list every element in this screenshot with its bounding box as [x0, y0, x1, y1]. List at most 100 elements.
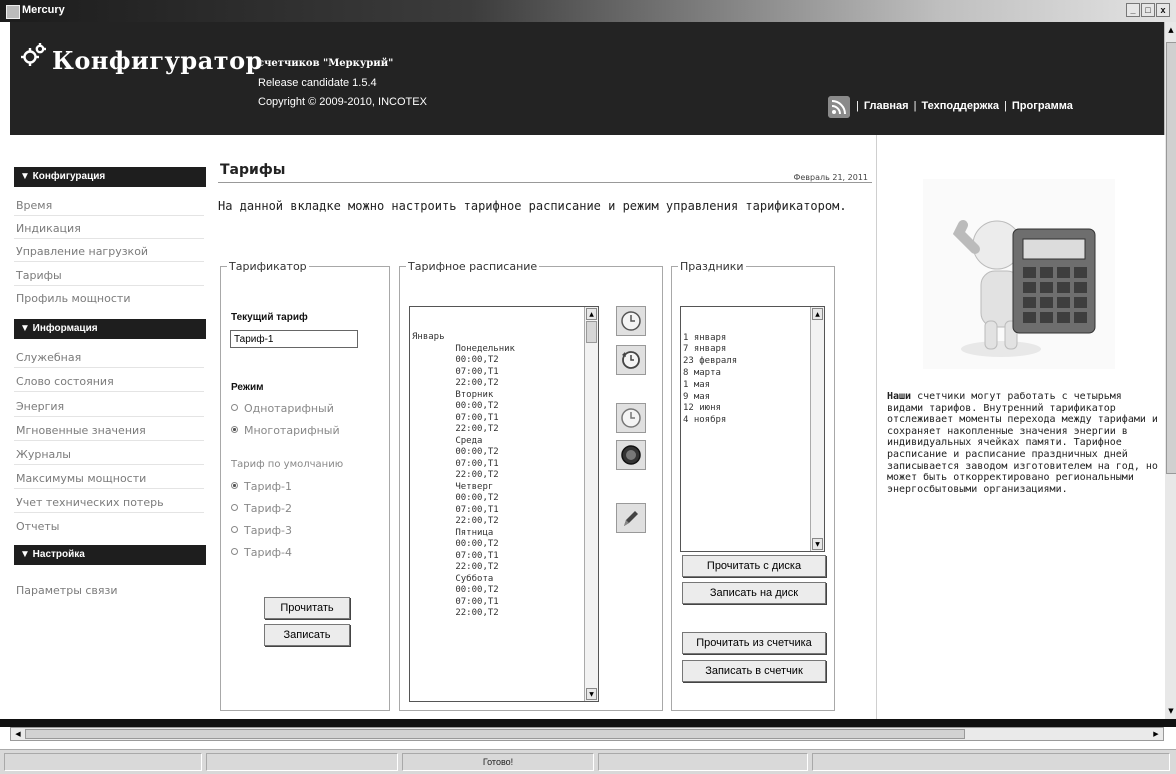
list-item[interactable]: 8 марта	[683, 368, 737, 380]
app-header: Конфигуратор счетчиков "Меркурий" Releas…	[10, 22, 1164, 135]
current-tariff-label: Текущий тариф	[231, 312, 308, 323]
radio-dot-selected[interactable]	[231, 482, 238, 489]
sidebar-item-journals[interactable]: Журналы	[16, 448, 71, 461]
current-tariff-field[interactable]	[230, 330, 358, 348]
sidebar-item-instant-values[interactable]: Мгновенные значения	[16, 424, 146, 437]
status-text: Готово!	[402, 753, 594, 771]
scroll-up-arrow[interactable]: ▲	[812, 308, 823, 320]
nav-link-home[interactable]: Главная	[864, 100, 909, 112]
holidays-list[interactable]: 1 января 7 января 23 февраля 8 марта 1 мая 9 …	[680, 306, 825, 552]
scroll-thumb[interactable]	[586, 321, 597, 343]
intro-text: На данной вкладке можно настроить тарифн…	[218, 199, 847, 213]
list-item[interactable]: 1 мая	[683, 380, 737, 392]
calculator-mascot-image	[923, 179, 1115, 369]
mode-label: Режим	[231, 382, 264, 393]
gears-icon	[21, 43, 46, 66]
list-item[interactable]: 9 мая	[683, 392, 737, 404]
write-meter-button[interactable]: Записать в счетчик	[682, 660, 826, 682]
clock-back-button[interactable]	[616, 345, 646, 375]
sidebar-section-settings[interactable]: ▼ Настройка	[14, 545, 206, 565]
minimize-button[interactable]: _	[1126, 3, 1140, 17]
scroll-up-arrow[interactable]: ▲	[1166, 24, 1176, 36]
title-bar: Mercury _ □ x	[0, 0, 1176, 22]
sidebar-item-power-max[interactable]: Максимумы мощности	[16, 472, 146, 485]
clock-add-button[interactable]	[616, 306, 646, 336]
clock-back-icon	[622, 351, 640, 369]
tariffer-legend: Тарификатор	[229, 260, 307, 273]
radio-dot[interactable]	[231, 526, 238, 533]
app-subtitle: счетчиков "Меркурий"	[258, 58, 394, 69]
record-button[interactable]	[616, 440, 646, 470]
read-disk-button[interactable]: Прочитать с диска	[682, 555, 826, 577]
sidebar-item-status-word[interactable]: Слово состояния	[16, 375, 114, 388]
title-divider	[218, 182, 872, 183]
sidebar-item-reports[interactable]: Отчеты	[16, 520, 59, 533]
sidebar-item-time[interactable]: Время	[16, 199, 52, 212]
mode-radio-multi[interactable]: Многотарифный	[231, 424, 340, 437]
default-radio-1[interactable]: Тариф-1	[231, 480, 292, 493]
close-button[interactable]: x	[1156, 3, 1170, 17]
sidebar-item-service[interactable]: Служебная	[16, 351, 81, 364]
clock-icon	[621, 408, 641, 428]
holidays-text: 1 января 7 января 23 февраля 8 марта 1 мая 9 …	[683, 309, 737, 451]
window-controls: _ □ x	[1126, 3, 1170, 17]
status-bar: Готово!	[0, 749, 1176, 774]
scroll-thumb[interactable]	[1166, 42, 1176, 474]
sidebar-item-load-control[interactable]: Управление нагрузкой	[16, 245, 148, 258]
radio-dot[interactable]	[231, 404, 238, 411]
maximize-button[interactable]: □	[1141, 3, 1155, 17]
clock-button[interactable]	[616, 403, 646, 433]
schedule-scrollbar[interactable]: ▲ ▼	[584, 307, 598, 701]
clock-add-icon	[621, 311, 641, 331]
list-item[interactable]: 23 февраля	[683, 356, 737, 368]
holidays-scrollbar[interactable]: ▲ ▼	[810, 307, 824, 551]
edit-button[interactable]	[616, 503, 646, 533]
radio-dot[interactable]	[231, 548, 238, 555]
sidebar-section-config[interactable]: ▼ Конфигурация	[14, 167, 206, 187]
scroll-down-arrow[interactable]: ▼	[1166, 705, 1176, 717]
scroll-left-arrow[interactable]: ◀	[12, 729, 24, 739]
vertical-scrollbar[interactable]: ▲ ▼	[1164, 22, 1176, 719]
scroll-down-arrow[interactable]: ▼	[586, 688, 597, 700]
read-meter-button[interactable]: Прочитать из счетчика	[682, 632, 826, 654]
write-button[interactable]: Записать	[264, 624, 350, 646]
sidebar-section-info[interactable]: ▼ Информация	[14, 319, 206, 339]
list-item[interactable]: 7 января	[683, 344, 737, 356]
scroll-thumb[interactable]	[25, 729, 965, 739]
radio-dot-selected[interactable]	[231, 426, 238, 433]
nav-link-support[interactable]: Техподдержка	[921, 100, 999, 112]
top-nav: | Главная | Техподдержка | Программа	[856, 100, 1073, 112]
page-title: Тарифы	[220, 162, 286, 178]
list-item[interactable]: 12 июня	[683, 403, 737, 415]
sidebar-item-tariffs[interactable]: Тарифы	[16, 269, 62, 282]
schedule-text: Январь Понедельник 00:00,T2 07:00,T1 22:…	[412, 332, 515, 618]
nav-link-program[interactable]: Программа	[1012, 100, 1073, 112]
bottom-divider	[0, 719, 1176, 727]
scroll-right-arrow[interactable]: ▶	[1150, 729, 1162, 739]
sidebar-item-connection[interactable]: Параметры связи	[16, 584, 118, 597]
sidebar-item-energy[interactable]: Энергия	[16, 400, 64, 413]
app-window: Mercury _ □ x Конфигуратор счетчиков "Ме…	[0, 0, 1176, 774]
sidebar-item-indication[interactable]: Индикация	[16, 222, 81, 235]
sidebar-item-power-profile[interactable]: Профиль мощности	[16, 292, 130, 305]
copyright-label: Copyright © 2009-2010, INCOTEX	[258, 96, 427, 108]
write-disk-button[interactable]: Записать на диск	[682, 582, 826, 604]
sidebar-item-tech-losses[interactable]: Учет технических потерь	[16, 496, 164, 509]
default-radio-2[interactable]: Тариф-2	[231, 502, 292, 515]
holidays-legend: Праздники	[680, 260, 744, 273]
schedule-list[interactable]: Январь Понедельник 00:00,T2 07:00,T1 22:…	[409, 306, 599, 702]
window-title: Mercury	[22, 4, 65, 16]
horizontal-scrollbar[interactable]: ◀ ▶	[10, 727, 1164, 741]
status-cell-2	[206, 753, 398, 771]
status-cell-1	[4, 753, 202, 771]
radio-dot[interactable]	[231, 504, 238, 511]
default-radio-3[interactable]: Тариф-3	[231, 524, 292, 537]
list-item[interactable]: 1 января	[683, 333, 737, 345]
read-button[interactable]: Прочитать	[264, 597, 350, 619]
list-item[interactable]: 4 ноября	[683, 415, 737, 427]
rss-icon[interactable]	[828, 96, 850, 118]
scroll-down-arrow[interactable]: ▼	[812, 538, 823, 550]
default-radio-4[interactable]: Тариф-4	[231, 546, 292, 559]
mode-radio-single[interactable]: Однотарифный	[231, 402, 334, 415]
scroll-up-arrow[interactable]: ▲	[586, 308, 597, 320]
